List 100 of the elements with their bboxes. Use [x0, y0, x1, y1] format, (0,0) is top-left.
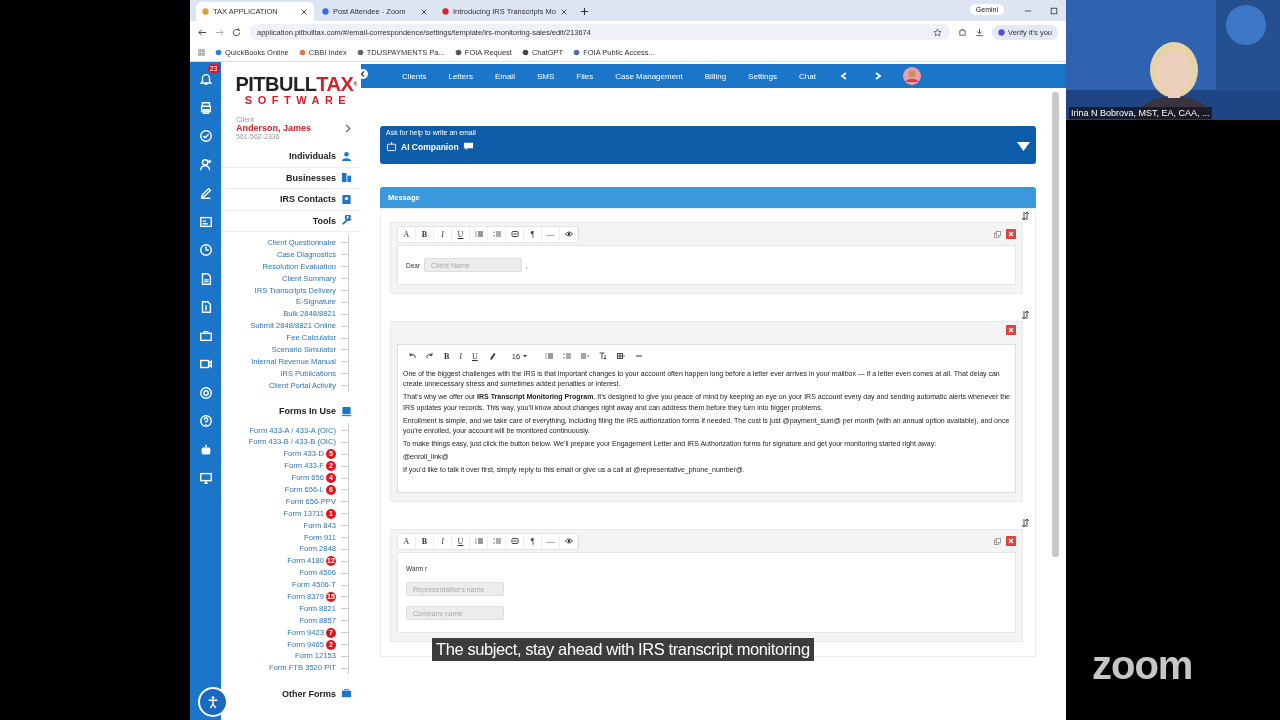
nav-link[interactable]: Case Management — [604, 71, 694, 81]
nav-link[interactable]: Chat — [788, 71, 827, 81]
apps-grid-icon[interactable] — [198, 48, 205, 56]
chevron-right-icon[interactable] — [873, 72, 882, 80]
check-circle-icon[interactable] — [198, 129, 213, 143]
sidebar-section[interactable]: Individuals — [221, 146, 361, 168]
chevron-right-icon[interactable] — [345, 123, 351, 133]
printer-icon[interactable] — [198, 100, 213, 115]
nav-link[interactable]: Settings — [737, 71, 788, 81]
person-icon — [206, 695, 220, 709]
sidebar-section[interactable]: IRS Contacts — [221, 189, 361, 211]
close-button[interactable] — [1006, 229, 1016, 239]
nav-link[interactable]: Email — [483, 71, 526, 81]
maximize-icon[interactable] — [1050, 7, 1058, 15]
toolbar-button[interactable]: I — [454, 349, 467, 363]
pen-icon[interactable] — [198, 186, 213, 200]
sort-icon[interactable] — [1022, 310, 1029, 319]
add-tab-icon[interactable] — [579, 7, 589, 16]
numbered-list-icon — [563, 352, 572, 360]
toolbar-button[interactable]: B — [416, 533, 434, 549]
scrollbar[interactable] — [1051, 92, 1059, 557]
section-heading: Forms In Use — [279, 406, 336, 417]
section-heading: Other Forms — [282, 688, 336, 699]
person-icon — [341, 150, 352, 162]
sidebar-section[interactable]: Businesses — [221, 167, 361, 189]
nav-link[interactable]: SMS — [525, 71, 566, 81]
copy-icon[interactable] — [994, 537, 1001, 545]
sidebar-section[interactable]: Tools — [221, 210, 361, 232]
nav-link[interactable]: Letters — [437, 71, 484, 81]
horizontal-rule-icon — [635, 352, 644, 360]
close-icon — [1008, 231, 1014, 237]
download-icon[interactable] — [975, 27, 985, 37]
site-icon — [215, 48, 222, 56]
bell-icon[interactable] — [198, 72, 213, 86]
caret-down-icon[interactable] — [1017, 142, 1030, 151]
site-icon — [521, 48, 529, 56]
toolbar-button[interactable]: — — [542, 226, 560, 242]
undo-icon — [408, 352, 416, 360]
sort-icon[interactable] — [1022, 518, 1029, 527]
toolbar-button[interactable]: — — [542, 533, 560, 549]
robot-icon — [386, 141, 397, 152]
toolbar-button[interactable]: U — [452, 533, 470, 549]
participant-name: Irina N Bobrova, MST, EA, CAA, ... — [1069, 107, 1212, 119]
back-icon[interactable] — [198, 27, 207, 37]
chevron-left-icon[interactable] — [839, 72, 848, 80]
copy-icon[interactable] — [994, 230, 1001, 238]
nav-link[interactable]: Files — [565, 71, 605, 81]
eraser-icon — [487, 352, 496, 360]
table-icon — [617, 352, 626, 360]
lifebuoy-icon[interactable] — [198, 385, 213, 400]
site-icon — [454, 48, 462, 56]
close-button[interactable] — [1006, 325, 1016, 335]
bookmark-star-icon[interactable] — [933, 27, 943, 37]
reload-icon[interactable] — [232, 27, 241, 37]
help-icon[interactable] — [198, 414, 213, 428]
frame-icon — [510, 230, 519, 238]
client-name[interactable]: Anderson, James — [236, 123, 345, 133]
site-icon — [298, 48, 306, 56]
nav-link[interactable]: Billing — [693, 71, 738, 81]
toolbar-button[interactable]: ¶ — [524, 226, 542, 242]
video-icon[interactable] — [198, 357, 213, 371]
toolbar-button[interactable]: A — [398, 533, 416, 549]
nav-link[interactable]: Clients — [391, 71, 438, 81]
close-button[interactable] — [1006, 536, 1016, 547]
toolbar-button[interactable]: I — [434, 533, 452, 549]
zoom-logo: zoom — [1092, 643, 1194, 688]
redo-icon — [426, 352, 434, 360]
site-icon — [573, 48, 581, 56]
user-add-icon[interactable] — [198, 157, 213, 172]
id-card-icon[interactable] — [198, 214, 213, 229]
toolbar-button[interactable]: U — [467, 349, 483, 363]
clock-icon[interactable] — [198, 243, 213, 257]
toolbar-button[interactable]: I — [434, 226, 452, 242]
site-icon — [322, 8, 329, 15]
collapse-button[interactable] — [358, 69, 368, 79]
close-icon[interactable] — [300, 7, 308, 16]
numbered-list-icon — [492, 537, 501, 546]
text-size-icon — [599, 352, 608, 360]
close-icon[interactable] — [559, 7, 568, 16]
caret-down-icon — [521, 352, 530, 360]
forms-icon — [341, 405, 352, 417]
accessibility-button[interactable] — [198, 687, 228, 717]
profile-icon — [998, 28, 1006, 36]
toolbar-button[interactable]: U — [452, 226, 470, 242]
site-icon — [202, 8, 209, 15]
numbered-list-icon — [492, 230, 501, 238]
rich-text-editor[interactable] — [397, 344, 1016, 494]
toolbar-button[interactable]: B — [439, 349, 455, 363]
toolbar-button[interactable]: ¶ — [524, 533, 542, 549]
close-icon[interactable] — [420, 7, 428, 16]
briefcase-icon[interactable] — [198, 328, 213, 343]
extensions-icon[interactable] — [958, 27, 968, 37]
monitor-icon[interactable] — [198, 471, 213, 485]
panel-title: AI Companion — [401, 141, 459, 152]
eye-icon — [564, 537, 573, 546]
frame-icon — [510, 537, 519, 546]
contacts-icon — [341, 193, 352, 205]
sort-icon[interactable] — [1022, 211, 1029, 220]
toolbar-button[interactable]: A — [398, 226, 416, 242]
toolbar-button[interactable]: B — [416, 226, 434, 242]
